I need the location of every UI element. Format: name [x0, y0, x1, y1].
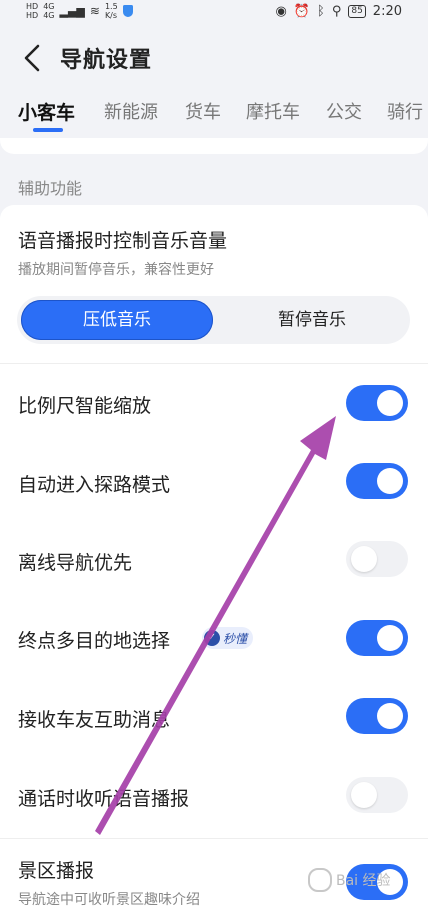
location-icon: ⚲ — [331, 4, 342, 19]
setting-label-explore-mode: 自动进入探路模式 — [18, 474, 171, 496]
setting-label-multi-destination: 终点多目的地选择 — [18, 630, 171, 652]
signal-icon: ▂▄▆ — [59, 4, 85, 18]
active-tab-indicator — [33, 128, 63, 132]
tab-new-energy[interactable]: 新能源 — [104, 98, 158, 124]
security-shield-icon — [122, 5, 133, 17]
status-left: HD HD 4G 4G ▂▄▆ ≋ 1.5 K/s — [26, 2, 133, 20]
speed-stack: 1.5 K/s — [105, 2, 118, 20]
tab-car[interactable]: 小客车 — [18, 98, 75, 125]
music-mode-segmented-control: 压低音乐 暂停音乐 — [17, 296, 410, 344]
toggle-knob — [377, 468, 403, 494]
tab-bus[interactable]: 公交 — [326, 98, 362, 124]
toggle-mutual-help[interactable] — [346, 698, 408, 734]
setting-label-scenic: 景区播报 — [18, 860, 95, 882]
section-label: 辅助功能 — [18, 179, 83, 198]
toggle-call-voice[interactable] — [346, 777, 408, 813]
wifi-icon: ≋ — [89, 3, 100, 18]
setting-label-offline-first: 离线导航优先 — [18, 552, 133, 574]
clock: 2:20 — [372, 4, 402, 19]
vehicle-tabs: 小客车 新能源 货车 摩托车 公交 骑行 — [0, 98, 428, 138]
battery-icon: 85 — [348, 5, 366, 18]
pause-music-option[interactable]: 暂停音乐 — [217, 300, 407, 340]
divider — [0, 838, 428, 839]
status-right: ◉ ⏰ ᛒ ⚲ 85 2:20 — [275, 4, 402, 19]
4g-label-2: 4G — [43, 11, 55, 20]
status-bar: HD HD 4G 4G ▂▄▆ ≋ 1.5 K/s ◉ ⏰ ᛒ ⚲ 85 2:2… — [0, 0, 428, 24]
tab-truck[interactable]: 货车 — [185, 98, 221, 124]
watermark: Bai 经验 — [308, 868, 391, 892]
toggle-knob — [351, 782, 377, 808]
toggle-knob — [377, 625, 403, 651]
toggle-scale-zoom[interactable] — [346, 385, 408, 421]
speed-unit: K/s — [104, 11, 118, 20]
toggle-knob — [377, 390, 403, 416]
lower-music-option[interactable]: 压低音乐 — [21, 300, 213, 340]
hd-label-1: HD — [26, 2, 39, 11]
4g-label-1: 4G — [43, 2, 55, 11]
bluetooth-icon: ᛒ — [317, 4, 325, 19]
hd-label-2: HD — [26, 11, 39, 20]
network-hd-stack: HD HD — [26, 2, 38, 20]
speed-value: 1.5 — [104, 2, 118, 11]
setting-label-scale-zoom: 比例尺智能缩放 — [18, 395, 152, 417]
explainer-badge[interactable]: ✓ 秒懂 — [202, 627, 254, 649]
back-arrow-icon[interactable] — [20, 43, 46, 73]
eye-icon: ◉ — [275, 4, 287, 19]
toggle-explore-mode[interactable] — [346, 463, 408, 499]
toggle-offline-first[interactable] — [346, 541, 408, 577]
previous-card-edge — [0, 138, 428, 154]
toggle-multi-destination[interactable] — [346, 620, 408, 656]
tab-motorcycle[interactable]: 摩托车 — [246, 98, 300, 124]
setting-label-call-voice: 通话时收听语音播报 — [18, 788, 190, 810]
paw-logo-icon — [308, 868, 332, 892]
badge-label: 秒懂 — [223, 631, 248, 646]
voice-music-title: 语音播报时控制音乐音量 — [18, 230, 228, 252]
voice-music-subtitle: 播放期间暂停音乐，兼容性更好 — [18, 262, 214, 278]
check-icon: ✓ — [204, 630, 220, 646]
toggle-knob — [377, 703, 403, 729]
setting-label-mutual-help: 接收车友互助消息 — [18, 709, 171, 731]
toggle-knob — [351, 546, 377, 572]
divider — [0, 363, 428, 364]
watermark-text: Bai 经验 — [336, 873, 391, 889]
page-title: 导航设置 — [60, 48, 153, 73]
header: 导航设置 — [0, 30, 428, 86]
alarm-icon: ⏰ — [293, 4, 310, 19]
network-4g-stack: 4G 4G — [43, 2, 54, 20]
tab-cycling[interactable]: 骑行 — [387, 98, 423, 124]
scenic-subtitle: 导航途中可收听景区趣味介绍 — [18, 892, 200, 908]
